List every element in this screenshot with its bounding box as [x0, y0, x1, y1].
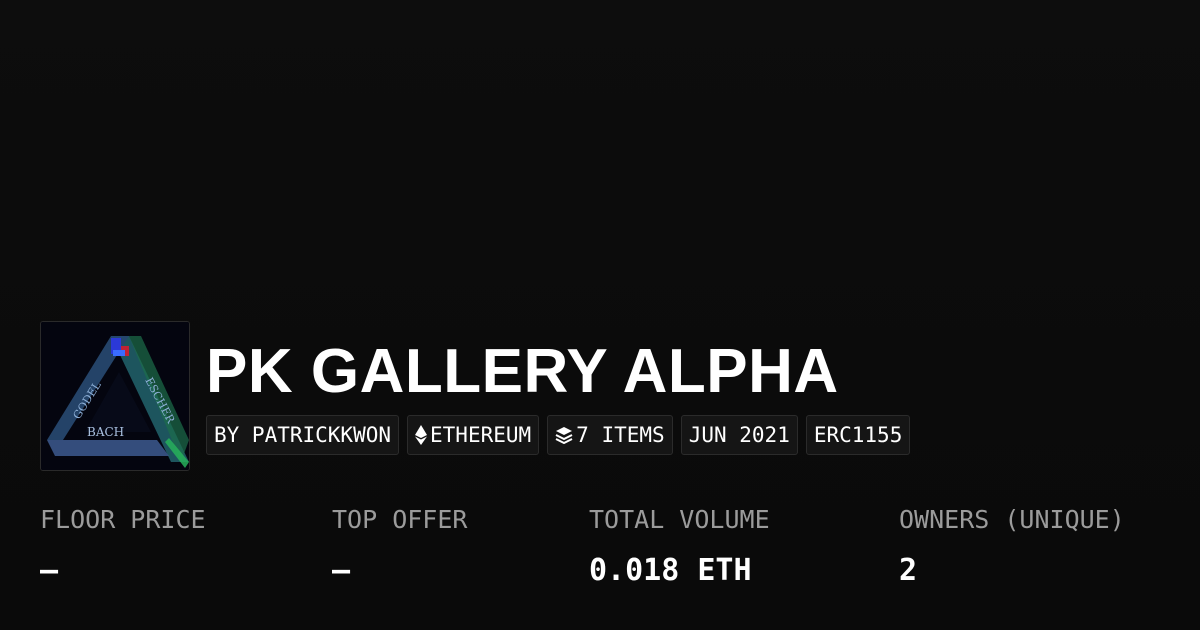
- collection-thumbnail[interactable]: GODEL ESCHER BACH: [40, 321, 190, 471]
- ethereum-icon: [415, 425, 428, 445]
- tag-chain-label: ETHEREUM: [430, 423, 532, 447]
- stat-owners-value: 2: [899, 553, 918, 588]
- thumbnail-art-text-bach: BACH: [87, 425, 124, 439]
- collection-tags: BY PATRICKKWON ETHEREUM 7 ITEMS JUN 2021…: [206, 415, 911, 455]
- stat-floor-price-value: –: [40, 553, 59, 588]
- stat-top-offer: TOP OFFER –: [332, 500, 467, 590]
- stat-total-volume-label: TOTAL VOLUME: [589, 505, 770, 534]
- stat-total-volume: TOTAL VOLUME 0.018 ETH: [589, 500, 770, 590]
- tag-chain[interactable]: ETHEREUM: [407, 415, 540, 455]
- tag-items[interactable]: 7 ITEMS: [547, 415, 673, 455]
- stat-floor-price-label: FLOOR PRICE: [40, 505, 206, 534]
- collection-title: PK GALLERY ALPHA: [206, 337, 839, 406]
- layers-icon: [555, 426, 573, 444]
- stat-top-offer-value: –: [332, 553, 351, 588]
- tag-token-standard-label: ERC1155: [813, 423, 903, 447]
- collection-stats: FLOOR PRICE – TOP OFFER – TOTAL VOLUME 0…: [0, 500, 1200, 610]
- tag-created-date-label: JUN 2021: [688, 423, 790, 447]
- tag-token-standard[interactable]: ERC1155: [805, 415, 911, 455]
- tag-creator-label: BY PATRICKKWON: [214, 423, 392, 447]
- tag-creator[interactable]: BY PATRICKKWON: [206, 415, 400, 455]
- tag-created-date[interactable]: JUN 2021: [680, 415, 798, 455]
- stat-total-volume-value: 0.018 ETH: [589, 553, 752, 588]
- stat-owners-label: OWNERS (UNIQUE): [899, 505, 1125, 534]
- tag-items-label: 7 ITEMS: [576, 423, 665, 447]
- stat-top-offer-label: TOP OFFER: [332, 505, 468, 534]
- penrose-triangle-image: GODEL ESCHER BACH: [41, 322, 189, 470]
- stat-floor-price: FLOOR PRICE –: [40, 500, 206, 590]
- stat-owners: OWNERS (UNIQUE) 2: [899, 500, 1125, 590]
